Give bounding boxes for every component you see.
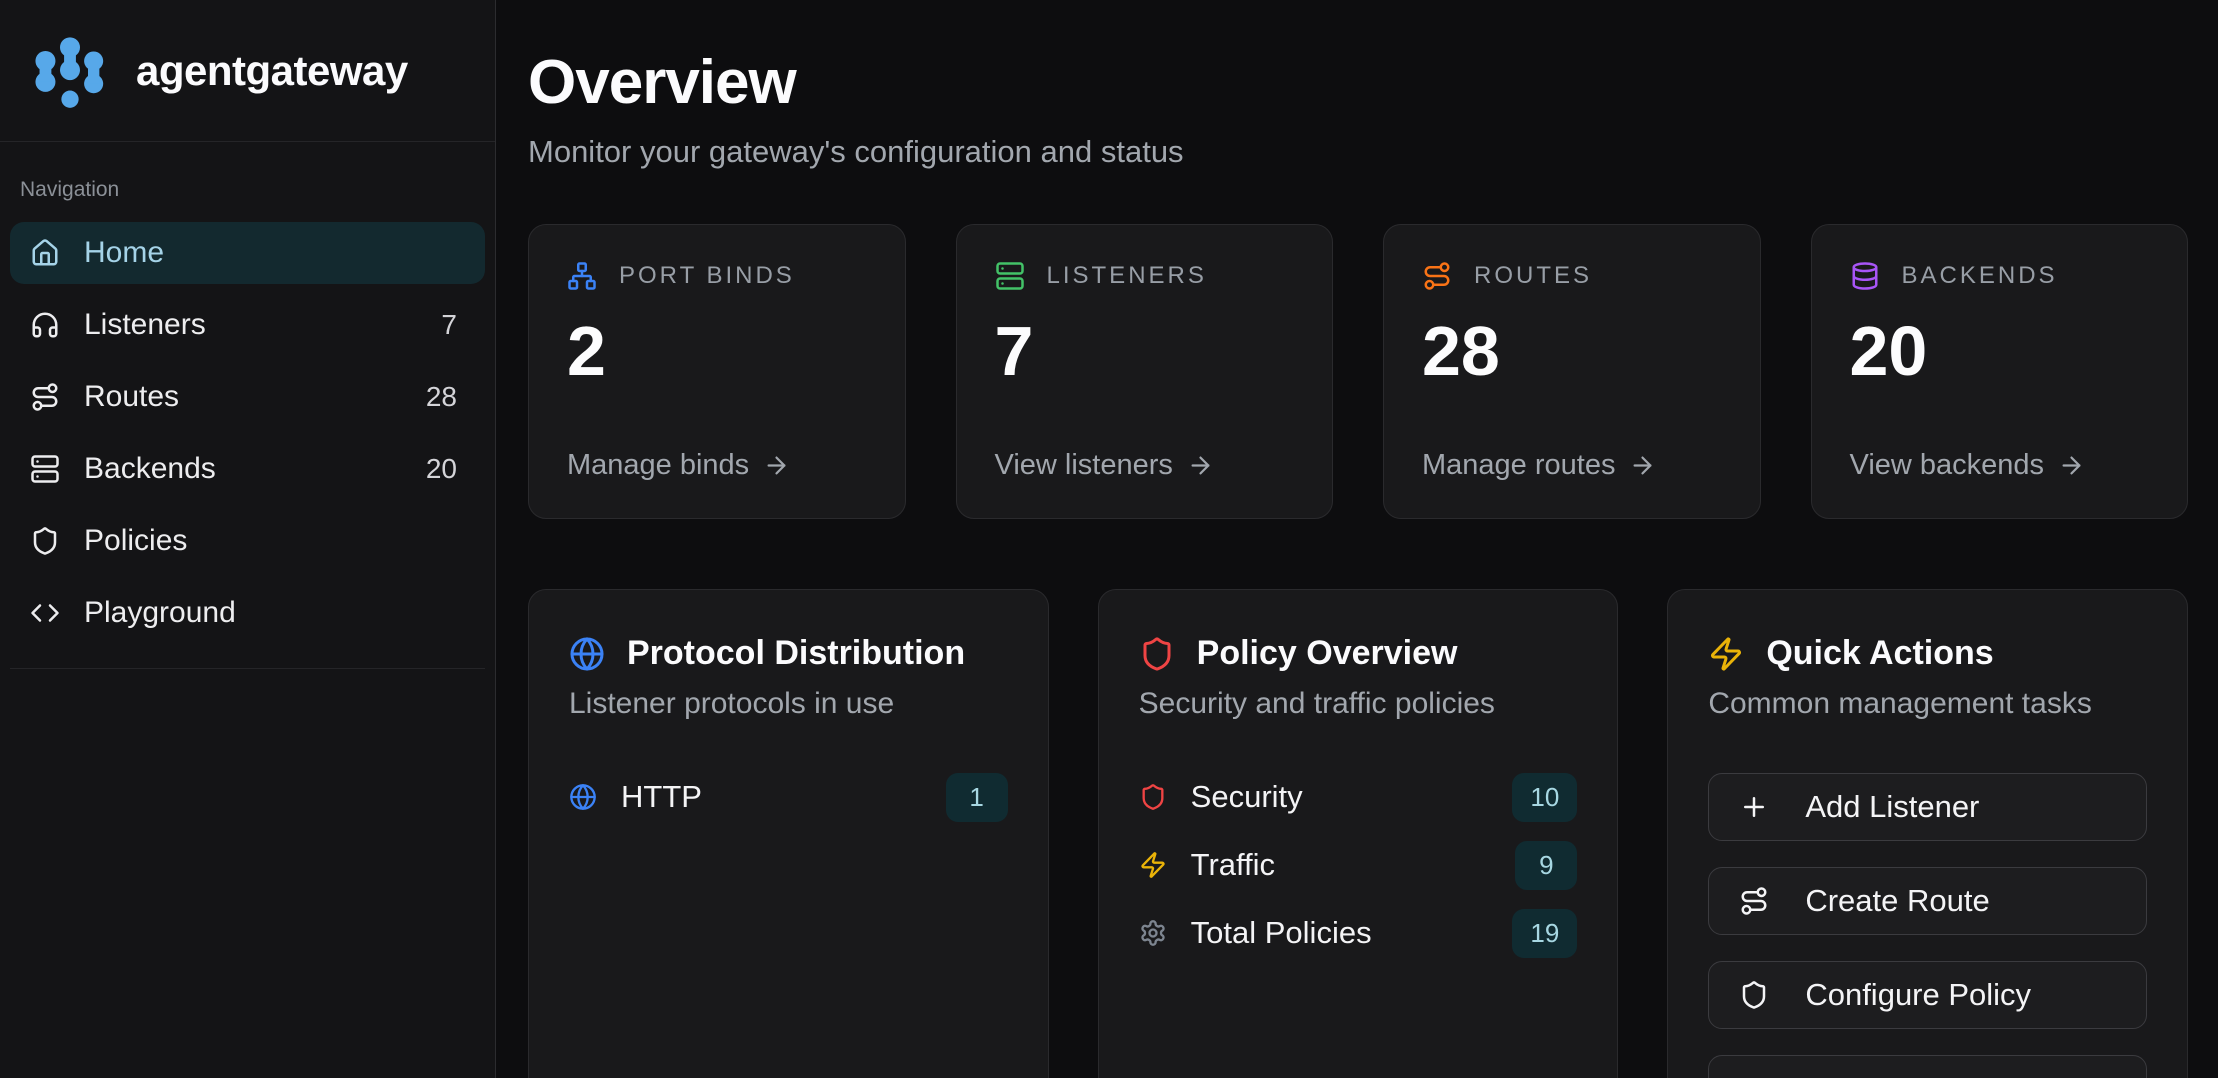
zap-icon xyxy=(1708,636,1744,672)
stat-label: BACKENDS xyxy=(1902,262,2058,290)
headphones-icon xyxy=(30,310,60,340)
route-icon xyxy=(30,382,60,412)
policy-count-badge: 10 xyxy=(1512,773,1577,822)
route-icon xyxy=(1739,886,1769,916)
stat-value: 20 xyxy=(1850,313,2150,390)
agentgateway-logo-icon xyxy=(30,31,110,111)
zap-icon xyxy=(1139,851,1167,879)
view-listeners-link[interactable]: View listeners xyxy=(995,449,1295,482)
sidebar-item-home[interactable]: Home xyxy=(10,222,485,284)
create-route-button[interactable]: Create Route xyxy=(1708,867,2147,935)
sidebar-item-label: Home xyxy=(84,236,164,270)
sidebar-item-listeners[interactable]: Listeners 7 xyxy=(10,294,485,356)
stat-label: PORT BINDS xyxy=(619,262,795,290)
app-root: agentgateway Navigation Home Listeners 7 xyxy=(0,0,2218,1078)
policy-row-total: Total Policies 19 xyxy=(1139,905,1578,961)
stat-value: 7 xyxy=(995,313,1295,390)
protocol-count-badge: 1 xyxy=(946,773,1008,822)
database-icon xyxy=(1850,261,1880,291)
nav-section-label: Navigation xyxy=(20,178,485,202)
stat-card-port-binds: PORT BINDS 2 Manage binds xyxy=(528,224,906,519)
panel-title: Policy Overview xyxy=(1197,634,1458,673)
stat-label: ROUTES xyxy=(1474,262,1592,290)
shield-icon xyxy=(1139,636,1175,672)
policy-count-badge: 19 xyxy=(1512,909,1577,958)
stat-card-backends: BACKENDS 20 View backends xyxy=(1811,224,2189,519)
globe-icon xyxy=(569,783,597,811)
shield-icon xyxy=(1139,783,1167,811)
stat-card-listeners: LISTENERS 7 View listeners xyxy=(956,224,1334,519)
manage-binds-link[interactable]: Manage binds xyxy=(567,449,867,482)
sidebar-item-label: Playground xyxy=(84,596,236,630)
panel-subtitle: Security and traffic policies xyxy=(1139,687,1578,721)
sidebar-divider xyxy=(10,668,485,669)
policy-row-security: Security 10 xyxy=(1139,769,1578,825)
stats-grid: PORT BINDS 2 Manage binds LISTENERS xyxy=(528,224,2188,519)
stat-value: 28 xyxy=(1422,313,1722,390)
sidebar-item-label: Routes xyxy=(84,380,179,414)
sidebar-item-count: 7 xyxy=(441,309,465,341)
panels-grid: Protocol Distribution Listener protocols… xyxy=(528,589,2188,1078)
panel-title: Protocol Distribution xyxy=(627,634,965,673)
stat-value: 2 xyxy=(567,313,867,390)
sidebar-item-count: 20 xyxy=(426,453,465,485)
protocol-label: HTTP xyxy=(621,779,702,815)
arrow-right-icon xyxy=(1629,452,1656,479)
sidebar-item-backends[interactable]: Backends 20 xyxy=(10,438,485,500)
brand-name: agentgateway xyxy=(136,47,408,95)
manage-routes-link[interactable]: Manage routes xyxy=(1422,449,1722,482)
quick-actions-panel: Quick Actions Common management tasks Ad… xyxy=(1667,589,2188,1078)
view-backends-link[interactable]: View backends xyxy=(1850,449,2150,482)
main-content: Overview Monitor your gateway's configur… xyxy=(496,0,2218,1078)
settings-icon xyxy=(1139,919,1167,947)
add-listener-button[interactable]: Add Listener xyxy=(1708,773,2147,841)
panel-title: Quick Actions xyxy=(1766,634,1993,673)
sidebar-item-routes[interactable]: Routes 28 xyxy=(10,366,485,428)
plus-icon xyxy=(1739,792,1769,822)
shield-icon xyxy=(30,526,60,556)
page-title: Overview xyxy=(528,52,2188,114)
panel-subtitle: Common management tasks xyxy=(1708,687,2147,721)
brand: agentgateway xyxy=(0,0,495,142)
configure-policy-button[interactable]: Configure Policy xyxy=(1708,961,2147,1029)
sidebar-item-policies[interactable]: Policies xyxy=(10,510,485,572)
arrow-right-icon xyxy=(2058,452,2085,479)
policy-overview-panel: Policy Overview Security and traffic pol… xyxy=(1098,589,1619,1078)
house-icon xyxy=(30,238,60,268)
sidebar-item-playground[interactable]: Playground xyxy=(10,582,485,644)
route-icon xyxy=(1422,261,1452,291)
shield-icon xyxy=(1739,980,1769,1010)
stat-label: LISTENERS xyxy=(1047,262,1207,290)
protocol-row-http: HTTP 1 xyxy=(569,769,1008,825)
policy-count-badge: 9 xyxy=(1515,841,1577,890)
server-icon xyxy=(995,261,1025,291)
quick-action-button-partial[interactable] xyxy=(1708,1055,2147,1078)
policy-label: Security xyxy=(1191,779,1303,815)
sidebar-nav: Navigation Home Listeners 7 Routes xyxy=(0,142,495,669)
panel-subtitle: Listener protocols in use xyxy=(569,687,1008,721)
policy-row-traffic: Traffic 9 xyxy=(1139,837,1578,893)
policy-label: Total Policies xyxy=(1191,915,1372,951)
network-icon xyxy=(567,261,597,291)
sidebar-item-label: Listeners xyxy=(84,308,206,342)
globe-icon xyxy=(569,636,605,672)
code-icon xyxy=(30,598,60,628)
server-icon xyxy=(30,454,60,484)
sidebar: agentgateway Navigation Home Listeners 7 xyxy=(0,0,496,1078)
protocol-distribution-panel: Protocol Distribution Listener protocols… xyxy=(528,589,1049,1078)
arrow-right-icon xyxy=(763,452,790,479)
sidebar-item-label: Backends xyxy=(84,452,216,486)
sidebar-item-count: 28 xyxy=(426,381,465,413)
arrow-right-icon xyxy=(1187,452,1214,479)
sidebar-item-label: Policies xyxy=(84,524,187,558)
stat-card-routes: ROUTES 28 Manage routes xyxy=(1383,224,1761,519)
policy-label: Traffic xyxy=(1191,847,1275,883)
page-subtitle: Monitor your gateway's configuration and… xyxy=(528,134,2188,170)
